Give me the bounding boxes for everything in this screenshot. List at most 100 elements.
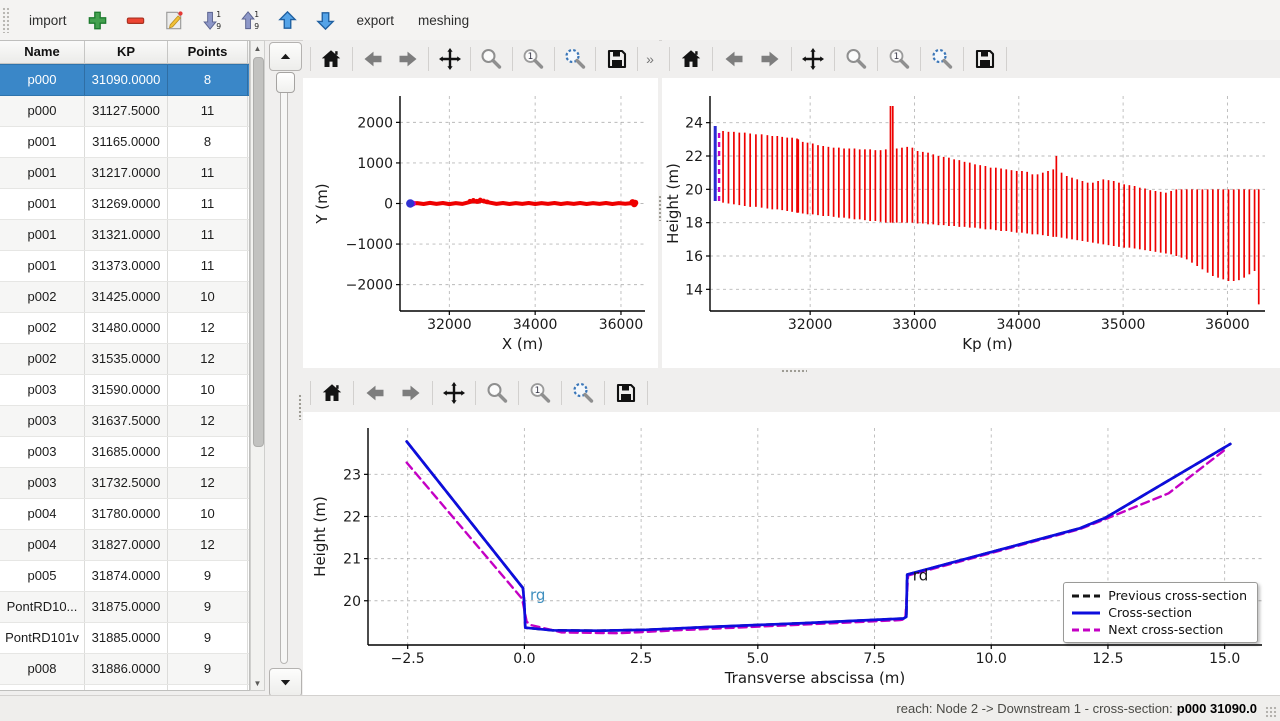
table-cell[interactable]: 31886.0000 [85,654,168,684]
zoom-icon-button[interactable] [482,378,512,408]
table-cell[interactable]: 13 [168,685,248,691]
table-row[interactable]: PontRD101v31885.00009 [0,623,249,654]
table-cell[interactable]: 9 [168,654,248,684]
table-cell[interactable]: 11 [168,251,248,281]
table-cell[interactable]: p004 [0,530,85,560]
zoom-icon-button[interactable] [841,44,871,74]
table-cell[interactable]: 31165.0000 [85,127,168,157]
table-cell[interactable]: 11 [168,158,248,188]
section-slider-track[interactable] [280,76,288,664]
table-cell[interactable]: 9 [168,561,248,591]
pan-icon-button[interactable] [798,44,828,74]
table-row[interactable]: p00131321.000011 [0,220,249,251]
table-cell[interactable]: 31732.5000 [85,468,168,498]
table-cell[interactable]: 8 [168,127,248,157]
table-cell[interactable]: 12 [168,313,248,343]
table-cell[interactable]: p000 [0,65,85,95]
table-cell[interactable]: p003 [0,468,85,498]
table-cell[interactable]: 31780.0000 [85,499,168,529]
table-row[interactable]: p00531874.00009 [0,561,249,592]
remove-cross-section-icon[interactable] [121,5,151,35]
scrollbar-up-arrow-icon[interactable]: ▲ [251,41,264,55]
edit-icon[interactable] [159,5,189,35]
table-cell[interactable]: p005 [0,561,85,591]
table-cell[interactable]: 8 [168,65,248,95]
move-down-icon[interactable] [311,5,341,35]
table-row[interactable]: p00331732.500012 [0,468,249,499]
table-cell[interactable]: p002 [0,313,85,343]
table-cell[interactable]: p003 [0,406,85,436]
home-icon-button[interactable] [317,44,346,74]
scrollbar-down-arrow-icon[interactable]: ▼ [251,676,264,690]
export-button[interactable]: export [345,8,407,33]
table-scrollbar[interactable]: ▲ ▼ [250,40,265,691]
table-cell[interactable]: 31535.0000 [85,344,168,374]
navigate-up-button[interactable] [269,42,302,71]
table-row[interactable]: p00031090.00008 [0,64,249,96]
table-cell[interactable]: 31090.0000 [85,65,168,95]
table-row[interactable]: p00131217.000011 [0,158,249,189]
save-icon-button[interactable] [611,378,641,408]
table-header[interactable]: Name KP Points [0,41,249,64]
table-cell[interactable]: p003 [0,375,85,405]
table-cell[interactable]: 31874.0000 [85,561,168,591]
home-icon-button[interactable] [676,44,706,74]
table-cell[interactable]: 31321.0000 [85,220,168,250]
table-cell[interactable]: 9 [168,623,248,653]
table-row[interactable]: p00231535.000012 [0,344,249,375]
table-cell[interactable]: 11 [168,96,248,126]
table-cell[interactable]: 9 [168,592,248,622]
pan-icon-button[interactable] [439,378,469,408]
pan-icon-button[interactable] [435,44,464,74]
table-row[interactable]: PontRD10...31875.00009 [0,592,249,623]
sort-descending-icon[interactable]: 19 [197,5,227,35]
table-cell[interactable]: 31827.0000 [85,530,168,560]
table-cell[interactable]: p000 [0,96,85,126]
scrollbar-thumb[interactable] [253,57,264,447]
save-icon-button[interactable] [602,44,631,74]
sort-ascending-icon[interactable]: 19 [235,5,265,35]
table-cell[interactable]: p001 [0,251,85,281]
table-cell[interactable]: 31685.0000 [85,437,168,467]
table-cell[interactable]: 31373.0000 [85,251,168,281]
table-cell[interactable]: p001 [0,127,85,157]
xy-plot-canvas[interactable]: 320003400036000−2000−1000010002000X (m)Y… [303,78,658,368]
zoomone-icon-button[interactable]: 1 [519,44,548,74]
table-cell[interactable]: 31217.0000 [85,158,168,188]
table-cell[interactable]: 31590.0000 [85,375,168,405]
table-row[interactable]: p00031127.500011 [0,96,249,127]
table-cell[interactable]: p008 [0,654,85,684]
toolbar-drag-handle[interactable] [2,7,9,33]
table-row[interactable]: p00131165.00008 [0,127,249,158]
forward-icon-button[interactable] [755,44,785,74]
move-up-icon[interactable] [273,5,303,35]
back-icon-button[interactable] [360,378,390,408]
table-row[interactable]: p00131269.000011 [0,189,249,220]
home-icon-button[interactable] [317,378,347,408]
resize-grip[interactable] [1265,706,1277,718]
table-row[interactable]: p00331590.000010 [0,375,249,406]
longitudinal-plot-canvas[interactable]: 3200033000340003500036000141618202224Kp … [662,78,1280,368]
table-row[interactable]: p00231480.000012 [0,313,249,344]
add-cross-section-icon[interactable] [83,5,113,35]
navigate-down-button[interactable] [269,668,302,697]
table-cell[interactable]: p002 [0,282,85,312]
table-row[interactable]: p00431780.000010 [0,499,249,530]
table-cell[interactable]: PontRD10... [0,592,85,622]
table-cell[interactable]: 31480.0000 [85,313,168,343]
table-cell[interactable]: 10 [168,499,248,529]
table-cell[interactable]: 31269.0000 [85,189,168,219]
forward-icon-button[interactable] [396,378,426,408]
table-cell[interactable]: p002 [0,344,85,374]
table-cell[interactable]: PontRD101v [0,623,85,653]
table-row[interactable]: p00831886.00009 [0,654,249,685]
table-cell[interactable]: 31929.0000 [85,685,168,691]
table-row[interactable]: p00231425.000010 [0,282,249,313]
table-cell[interactable]: p003 [0,437,85,467]
cross-section-plot-canvas[interactable]: rgrd−2.50.02.55.07.510.012.515.020212223… [303,412,1280,695]
zoom-icon-button[interactable] [477,44,506,74]
table-cell[interactable]: 31127.5000 [85,96,168,126]
main-splitter[interactable] [299,40,302,695]
table-cell[interactable]: 12 [168,468,248,498]
zoomfit-icon-button[interactable] [927,44,957,74]
